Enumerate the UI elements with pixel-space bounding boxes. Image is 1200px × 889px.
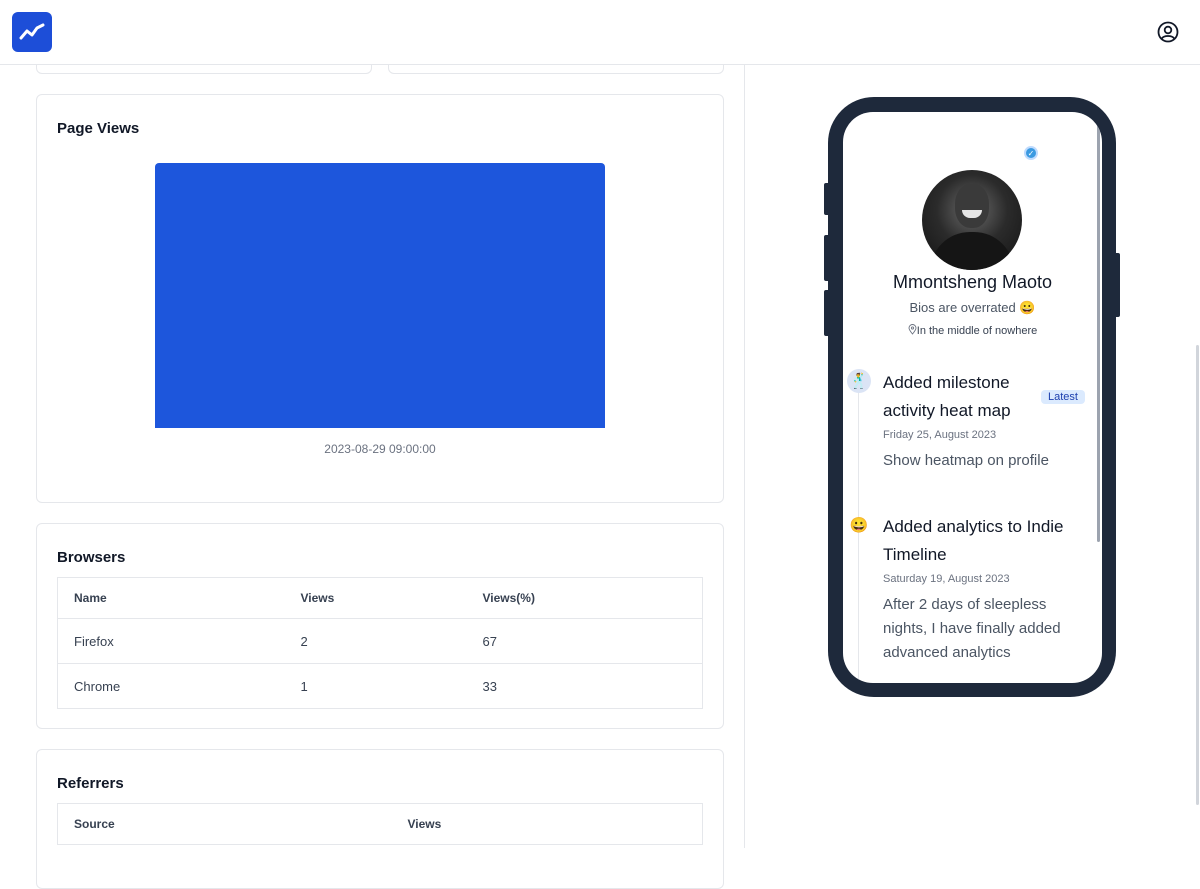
browser-views-cell: 2 <box>284 618 467 664</box>
timeline-item-date: Saturday 19, August 2023 <box>883 573 1010 585</box>
user-circle-icon <box>1157 21 1179 43</box>
browser-views-cell: 1 <box>284 663 467 709</box>
top-bar <box>0 0 1200 65</box>
column-header-views: Views <box>284 577 467 619</box>
browser-name-cell: Firefox <box>57 618 285 664</box>
table-header-row: Name Views Views(%) <box>57 577 703 619</box>
page-views-card: Page Views 2023-08-29 09:00:00 <box>36 94 724 503</box>
timeline-item-description: After 2 days of sleepless nights, I have… <box>883 596 1061 661</box>
timeline-item-title[interactable]: Added milestone activity heat map <box>883 369 1011 425</box>
phone-screen: ✓ Mmontsheng Maoto Bios are overrated 😀 … <box>843 112 1102 683</box>
browser-name-cell: Chrome <box>57 663 285 709</box>
column-header-source: Source <box>57 803 392 845</box>
browsers-table: Name Views Views(%) Firefox 2 67 Chrome … <box>57 577 703 709</box>
user-menu-button[interactable] <box>1156 20 1180 44</box>
browsers-title: Browsers <box>57 549 126 566</box>
dancer-icon: 🕺 <box>847 369 871 393</box>
page-scrollbar[interactable] <box>1196 345 1199 805</box>
referrers-card: Referrers Source Views <box>36 749 724 889</box>
column-header-views-percent: Views(%) <box>466 577 703 619</box>
avatar <box>922 170 1022 270</box>
browser-percent-cell: 67 <box>466 618 703 664</box>
app-logo[interactable] <box>12 12 52 52</box>
timeline-item-title[interactable]: Added analytics to Indie Timeline <box>883 513 1064 569</box>
column-header-views: Views <box>391 803 703 845</box>
profile-location-text: In the middle of nowhere <box>916 325 1038 337</box>
browser-percent-cell: 33 <box>466 663 703 709</box>
latest-badge: Latest <box>1041 390 1085 404</box>
table-row: Firefox 2 67 <box>57 618 703 664</box>
referrers-table: Source Views <box>57 803 703 845</box>
chart-x-tick-label: 2023-08-29 09:00:00 <box>324 442 436 456</box>
table-header-row: Source Views <box>57 803 703 845</box>
page-views-title: Page Views <box>57 120 140 137</box>
browsers-card: Browsers Name Views Views(%) Firefox 2 6… <box>36 523 724 729</box>
timeline-item-date: Friday 25, August 2023 <box>883 429 997 441</box>
profile-name: Mmontsheng Maoto <box>892 272 1053 292</box>
chart-bar[interactable] <box>155 163 605 428</box>
grinning-face-icon: 😀 <box>849 517 869 534</box>
map-pin-icon <box>908 324 917 335</box>
table-row: Chrome 1 33 <box>57 663 703 709</box>
analytics-panel: Page Views 2023-08-29 09:00:00 Browsers … <box>0 0 745 889</box>
column-header-name: Name <box>57 577 285 619</box>
timeline-item-description: Show heatmap on profile <box>883 452 1049 469</box>
trend-line-icon <box>19 23 45 40</box>
verified-check-icon: ✓ <box>1024 146 1038 160</box>
profile-location: In the middle of nowhere <box>843 324 1102 337</box>
referrers-title: Referrers <box>57 775 124 792</box>
profile-bio: Bios are overrated 😀 <box>909 300 1036 315</box>
